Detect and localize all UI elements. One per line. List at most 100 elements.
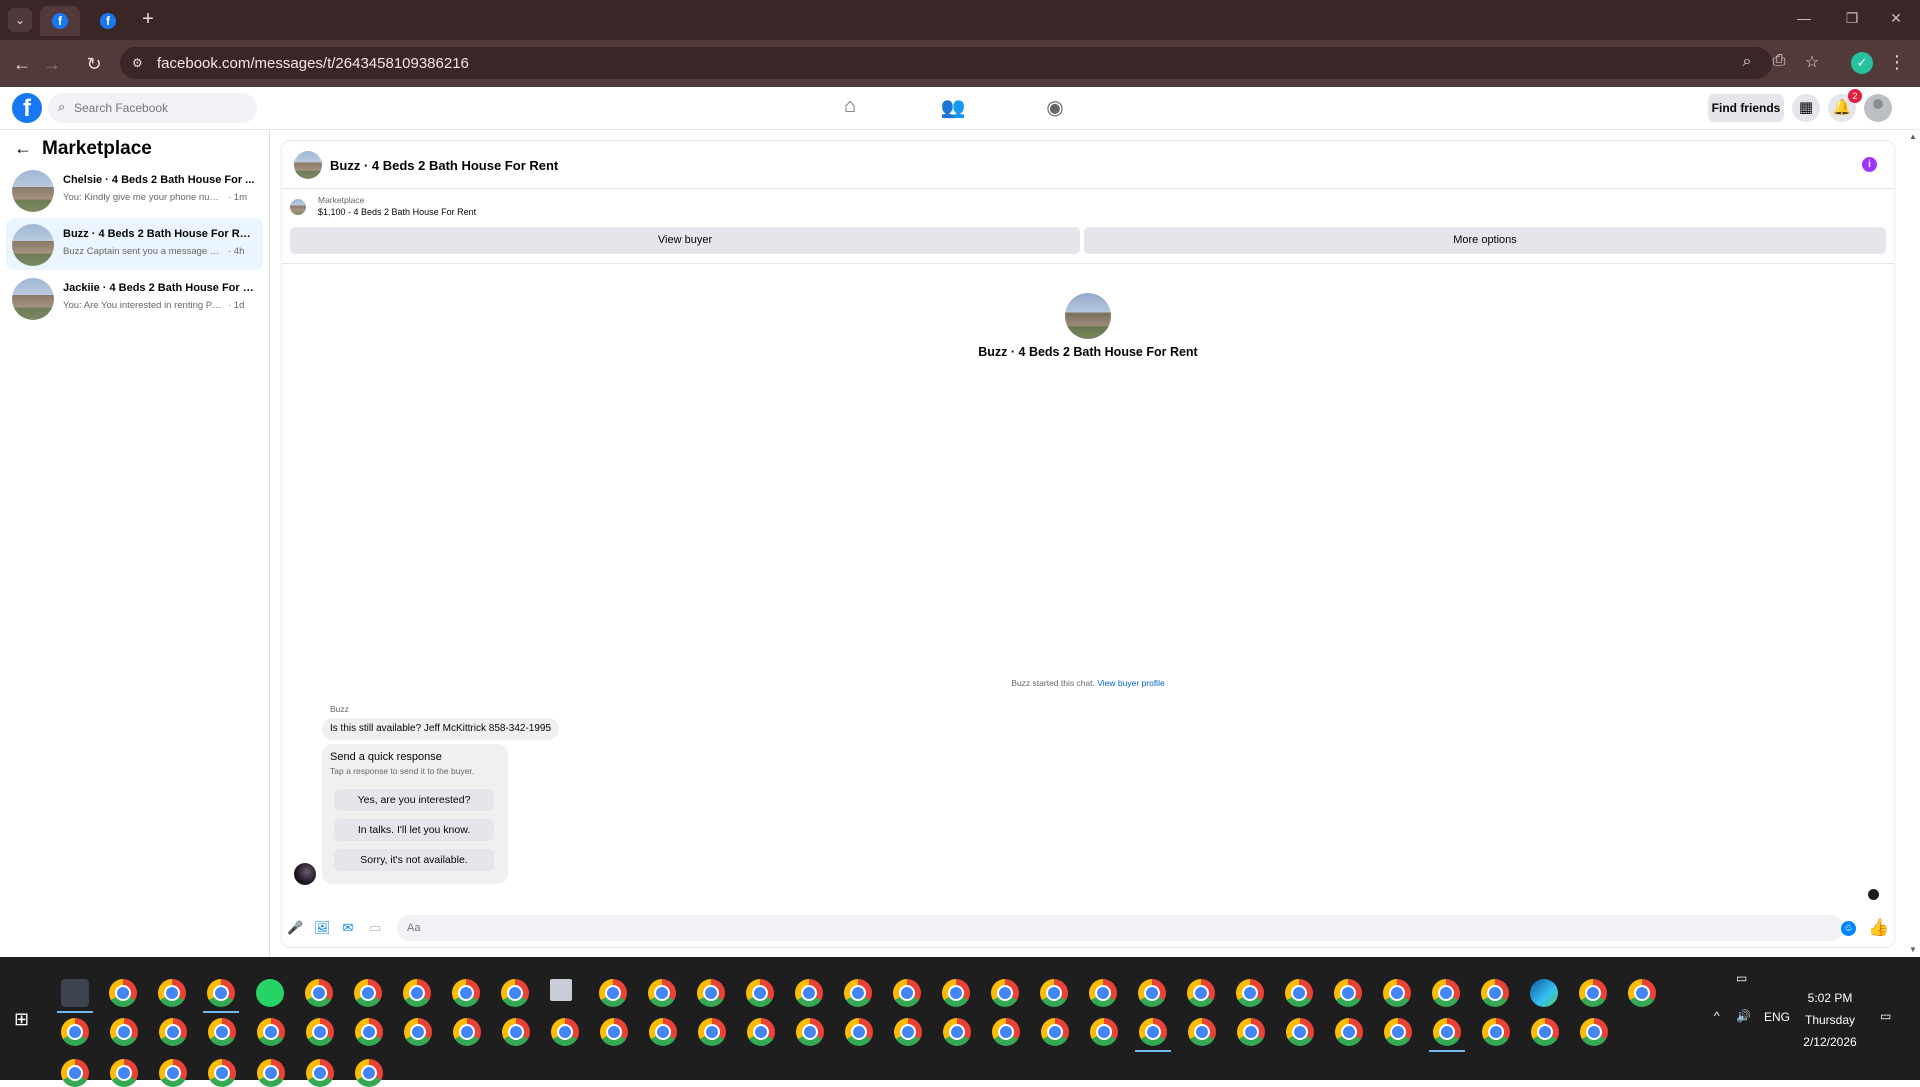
emoji-icon[interactable]: ☺ [1841, 921, 1856, 936]
notification-center-icon[interactable]: ▭ [1880, 1009, 1891, 1023]
sender-avatar[interactable] [294, 863, 316, 885]
chrome-icon[interactable] [208, 1059, 236, 1087]
conversation-item[interactable]: Jackiie · 4 Beds 2 Bath House For R... Y… [6, 272, 263, 324]
listing-title[interactable]: $1,100 - 4 Beds 2 Bath House For Rent [318, 207, 476, 217]
chrome-icon[interactable] [844, 979, 872, 1007]
whatsapp-icon[interactable] [256, 979, 284, 1007]
friends-nav-icon[interactable]: 👥 [933, 95, 973, 123]
scroll-up-icon[interactable]: ▲ [1909, 132, 1917, 141]
chrome-icon[interactable] [1383, 979, 1411, 1007]
chrome-icon[interactable] [110, 1018, 138, 1046]
address-bar[interactable]: ⚙ facebook.com/messages/t/26434581093862… [120, 47, 1772, 79]
chrome-icon[interactable] [1188, 1018, 1216, 1046]
chrome-icon[interactable] [1237, 1018, 1265, 1046]
quick-response-button[interactable]: In talks. I'll let you know. [334, 819, 494, 841]
chrome-icon[interactable] [698, 1018, 726, 1046]
scroll-down-icon[interactable]: ▼ [1909, 945, 1917, 954]
chrome-icon[interactable] [1628, 979, 1656, 1007]
chrome-icon[interactable] [1089, 979, 1117, 1007]
chrome-icon[interactable] [208, 1018, 236, 1046]
chrome-icon[interactable] [942, 979, 970, 1007]
chat-avatar[interactable] [294, 151, 322, 179]
chrome-icon[interactable] [1579, 979, 1607, 1007]
chrome-icon[interactable] [600, 1018, 628, 1046]
chrome-icon[interactable] [697, 979, 725, 1007]
chrome-icon[interactable] [747, 1018, 775, 1046]
zoom-icon[interactable]: ⌕ [1736, 53, 1758, 71]
tab-search-dropdown[interactable]: ⌄ [8, 8, 32, 32]
chrome-icon[interactable] [452, 979, 480, 1007]
sticker-icon[interactable]: ✉ [340, 920, 356, 936]
chrome-icon[interactable] [306, 1018, 334, 1046]
chrome-icon[interactable] [158, 979, 186, 1007]
conversation-item[interactable]: Chelsie · 4 Beds 2 Bath House For ... Yo… [6, 164, 263, 216]
chrome-icon[interactable] [1090, 1018, 1118, 1046]
search-box[interactable]: ⌕ [48, 93, 257, 123]
chrome-icon[interactable] [746, 979, 774, 1007]
install-app-icon[interactable]: ⎙ [1768, 52, 1790, 70]
tray-overflow-icon[interactable]: ^ [1714, 1009, 1720, 1023]
account-avatar[interactable] [1864, 94, 1892, 122]
display-tray-icon[interactable]: ▭ [1736, 971, 1747, 985]
chat-title[interactable]: Buzz · 4 Beds 2 Bath House For Rent [330, 158, 558, 173]
chrome-icon[interactable] [1040, 979, 1068, 1007]
info-icon[interactable]: i [1862, 157, 1877, 172]
gif-icon[interactable]: ▭ [367, 920, 383, 936]
chrome-icon[interactable] [501, 979, 529, 1007]
chrome-icon[interactable] [159, 1059, 187, 1087]
quick-response-button[interactable]: Yes, are you interested? [334, 789, 494, 811]
back-arrow-icon[interactable]: ← [14, 138, 36, 159]
chrome-icon[interactable] [257, 1018, 285, 1046]
chrome-icon[interactable] [1384, 1018, 1412, 1046]
profile-extension-icon[interactable]: ✓ [1851, 52, 1873, 74]
facebook-logo-icon[interactable]: f [12, 93, 42, 123]
taskbar-clock[interactable]: 5:02 PM Thursday 2/12/2026 [1780, 987, 1880, 1053]
chrome-icon[interactable] [1139, 1018, 1167, 1046]
volume-icon[interactable]: 🔊 [1736, 1009, 1751, 1023]
groups-nav-icon[interactable]: ◉ [1035, 95, 1075, 123]
close-window-button[interactable]: ✕ [1876, 10, 1916, 27]
chrome-icon[interactable] [796, 1018, 824, 1046]
chrome-icon[interactable] [1531, 1018, 1559, 1046]
chrome-icon[interactable] [1580, 1018, 1608, 1046]
forward-button[interactable]: → [38, 50, 66, 78]
restore-button[interactable]: ❐ [1832, 10, 1872, 27]
chrome-icon[interactable] [61, 1018, 89, 1046]
chrome-icon[interactable] [61, 1059, 89, 1087]
chrome-icon[interactable] [551, 1018, 579, 1046]
url-text[interactable]: facebook.com/messages/t/2643458109386216 [157, 55, 469, 72]
reload-button[interactable]: ↻ [80, 50, 108, 78]
document-app-icon[interactable] [550, 979, 572, 1001]
pinned-app-icon[interactable] [61, 979, 89, 1007]
chrome-icon[interactable] [1335, 1018, 1363, 1046]
chrome-icon[interactable] [502, 1018, 530, 1046]
chrome-icon[interactable] [648, 979, 676, 1007]
chrome-icon[interactable] [943, 1018, 971, 1046]
new-tab-button[interactable]: + [136, 8, 160, 32]
chrome-icon[interactable] [1433, 1018, 1461, 1046]
chrome-icon[interactable] [404, 1018, 432, 1046]
view-buyer-button[interactable]: View buyer [290, 227, 1080, 254]
chrome-icon[interactable] [1286, 1018, 1314, 1046]
conversation-item-active[interactable]: Buzz · 4 Beds 2 Bath House For Rent Buzz… [6, 218, 263, 270]
site-info-icon[interactable]: ⚙ [132, 55, 148, 71]
chrome-icon[interactable] [1138, 979, 1166, 1007]
message-input[interactable] [397, 915, 1843, 941]
like-thumb-icon[interactable]: 👍 [1868, 918, 1889, 938]
chrome-icon[interactable] [109, 979, 137, 1007]
chrome-icon[interactable] [1432, 979, 1460, 1007]
minimize-button[interactable]: — [1784, 10, 1824, 26]
search-input[interactable] [74, 93, 249, 123]
back-button[interactable]: ← [8, 50, 36, 78]
chrome-icon[interactable] [207, 979, 235, 1007]
chrome-icon[interactable] [894, 1018, 922, 1046]
find-friends-button[interactable]: Find friends [1708, 94, 1784, 122]
more-options-button[interactable]: More options [1084, 227, 1886, 254]
chrome-icon[interactable] [649, 1018, 677, 1046]
chrome-icon[interactable] [599, 979, 627, 1007]
chrome-icon[interactable] [991, 979, 1019, 1007]
page-scrollbar[interactable]: ▲ ▼ [1907, 130, 1920, 957]
chrome-icon[interactable] [795, 979, 823, 1007]
chrome-icon[interactable] [306, 1059, 334, 1087]
tab-facebook-active[interactable]: f [40, 6, 80, 36]
